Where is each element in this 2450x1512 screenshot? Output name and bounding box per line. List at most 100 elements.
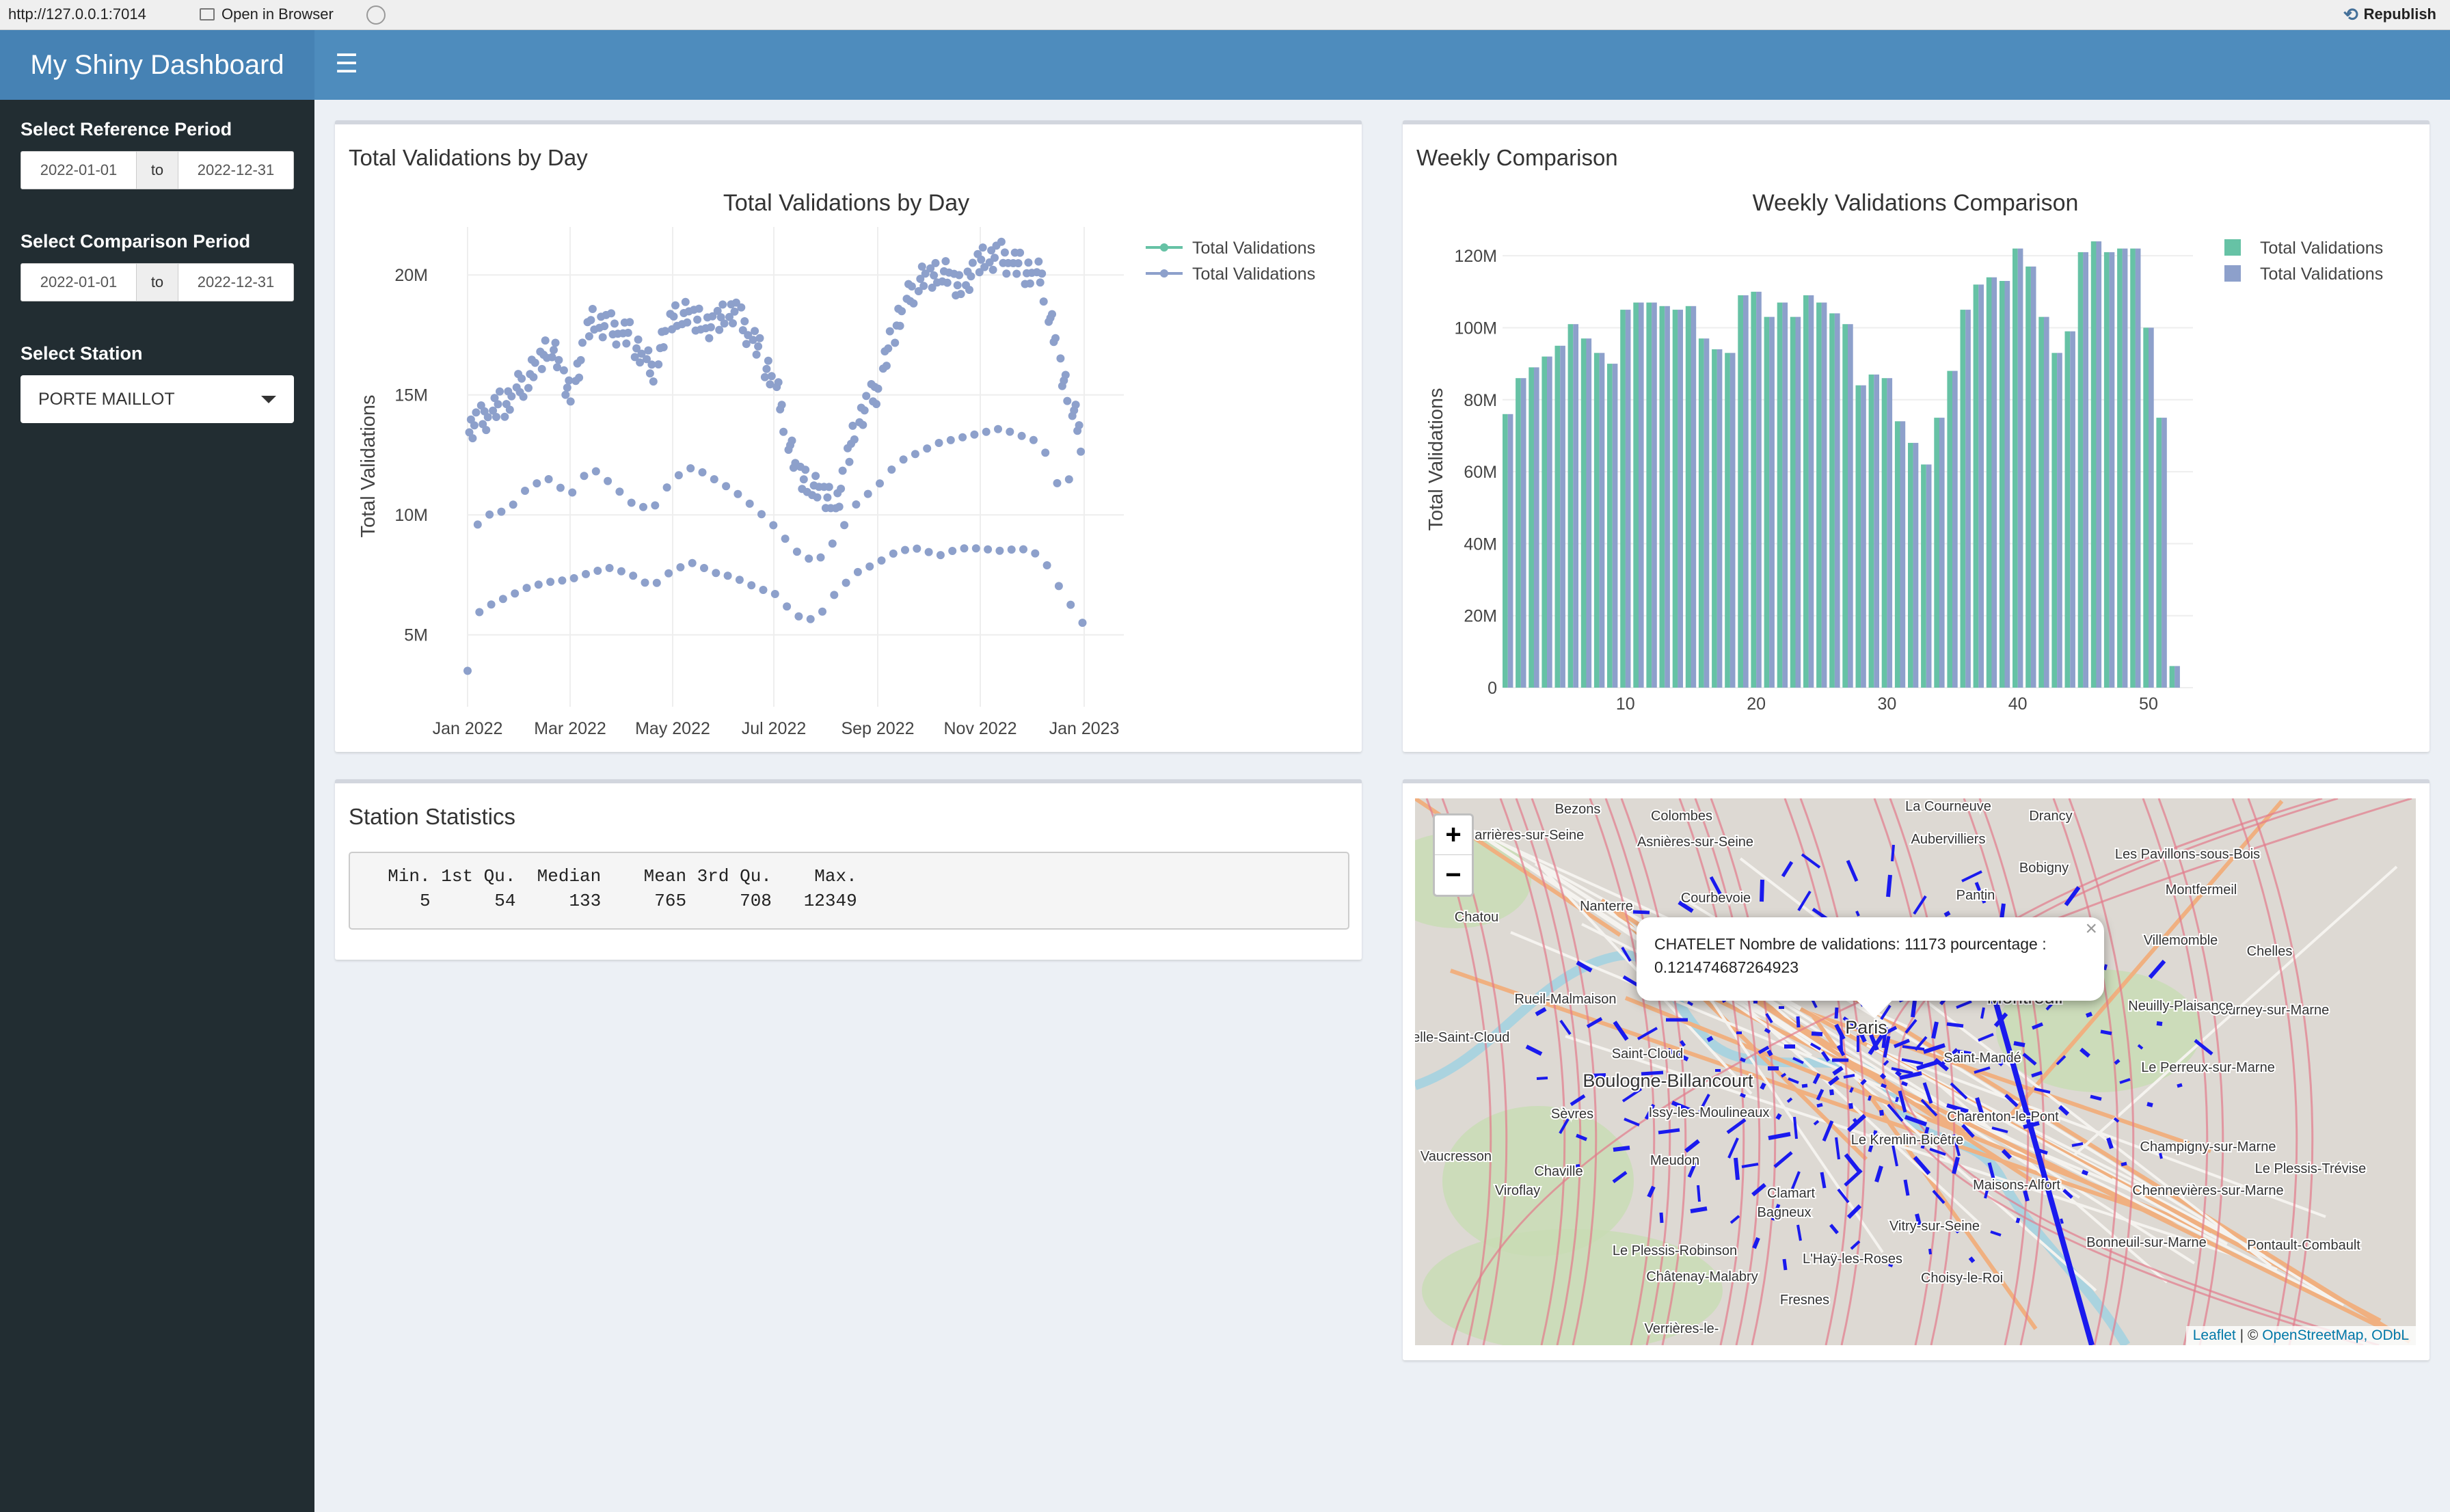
bar-series2 xyxy=(1913,442,1919,688)
y-tick-label: 120M xyxy=(1454,247,1497,266)
map-place-label: Châtenay-Malabry xyxy=(1646,1269,1758,1284)
data-point xyxy=(671,301,679,310)
transit-segment xyxy=(2081,1170,2089,1176)
data-point xyxy=(652,578,661,587)
bar-series1 xyxy=(1816,302,1822,688)
data-point xyxy=(629,571,638,580)
data-point xyxy=(837,485,846,493)
bar-series1 xyxy=(1554,345,1561,688)
data-point xyxy=(700,564,708,572)
data-point xyxy=(1039,297,1048,306)
transit-segment xyxy=(1697,1185,1701,1202)
station-group: Select Station PORTE MAILLOT xyxy=(21,343,294,423)
data-point xyxy=(757,510,766,519)
data-point xyxy=(1014,259,1023,268)
map-place-label: Verrières-le- xyxy=(1645,1321,1719,1336)
map-place-label: Chaville xyxy=(1534,1164,1583,1179)
refresh-icon[interactable] xyxy=(366,5,386,25)
data-point xyxy=(604,476,612,485)
data-point xyxy=(792,548,801,556)
station-select[interactable]: PORTE MAILLOT xyxy=(21,375,294,423)
data-point xyxy=(862,392,871,401)
data-point xyxy=(799,475,808,484)
data-point xyxy=(946,435,955,444)
reference-end-input[interactable]: 2022-12-31 xyxy=(178,152,293,189)
station-select-value: PORTE MAILLOT xyxy=(38,389,175,409)
data-point xyxy=(1002,269,1011,278)
data-point xyxy=(561,390,570,399)
data-point xyxy=(930,271,939,280)
comparison-start-input[interactable]: 2022-01-01 xyxy=(21,264,136,301)
transit-segment xyxy=(1816,1103,1823,1108)
leaflet-link[interactable]: Leaflet xyxy=(2193,1327,2236,1343)
bar-series1 xyxy=(1973,284,1979,688)
open-in-browser-button[interactable]: Open in Browser xyxy=(193,3,340,26)
data-point xyxy=(563,383,571,392)
comparison-period-group: Select Comparison Period 2022-01-01 to 2… xyxy=(21,231,294,301)
data-point xyxy=(683,318,692,327)
data-point xyxy=(759,586,768,594)
bar-series1 xyxy=(1685,306,1691,688)
data-point xyxy=(664,569,673,578)
data-point xyxy=(877,556,886,565)
transit-segment xyxy=(1760,1082,1766,1090)
republish-button[interactable]: ⟲ Republish xyxy=(2343,3,2436,26)
close-icon[interactable]: × xyxy=(2085,917,2097,941)
x-tick-label: 10 xyxy=(1616,694,1635,714)
data-point xyxy=(1016,248,1025,257)
data-point xyxy=(863,489,872,498)
data-point xyxy=(712,569,721,578)
data-point xyxy=(498,595,507,604)
comparison-end-input[interactable]: 2022-12-31 xyxy=(178,264,293,301)
transit-segment xyxy=(1855,910,1860,917)
transit-segment xyxy=(2146,1102,2153,1107)
bar-series2 xyxy=(1520,378,1526,688)
data-point xyxy=(584,332,593,340)
sidebar: Select Reference Period 2022-01-01 to 20… xyxy=(0,100,314,1512)
bar-series1 xyxy=(1894,421,1900,688)
zoom-in-button[interactable]: + xyxy=(1435,815,1472,855)
data-point xyxy=(681,297,690,306)
bar-series2 xyxy=(2096,241,2102,688)
map-tiles[interactable]: Bezons Colombes La Courneuve Drancy Carrière… xyxy=(1415,798,2416,1345)
bar-series2 xyxy=(2043,316,2049,688)
legend-swatch xyxy=(2224,265,2241,282)
data-point xyxy=(639,502,647,511)
map-place-label: Le Kremlin-Bicêtre xyxy=(1851,1133,1964,1148)
map-place-label: Carrières-sur-Seine xyxy=(1465,828,1585,843)
republish-icon: ⟲ xyxy=(2343,3,2358,25)
bar-series2 xyxy=(1900,421,1906,688)
bar-series1 xyxy=(1659,306,1665,688)
data-point xyxy=(828,539,837,548)
bar-series1 xyxy=(1593,353,1600,688)
leaflet-map[interactable]: Bezons Colombes La Courneuve Drancy Carrière… xyxy=(1415,798,2416,1345)
data-point xyxy=(788,436,796,445)
bar-series2 xyxy=(1717,349,1723,688)
transit-segment xyxy=(1849,1087,1854,1093)
data-point xyxy=(676,563,685,571)
daily-chart-box: Total Validations by Day Total Validatio… xyxy=(335,120,1362,752)
data-point xyxy=(965,286,973,294)
bar-series2 xyxy=(1991,277,1997,688)
data-point xyxy=(568,488,577,497)
data-point xyxy=(662,483,671,492)
data-point xyxy=(492,413,500,421)
data-point xyxy=(982,427,991,436)
x-tick-label: Sep 2022 xyxy=(841,719,914,738)
map-place-label: Viroflay xyxy=(1495,1183,1540,1198)
data-point xyxy=(554,355,563,364)
data-point xyxy=(1041,448,1050,457)
reference-daterange: 2022-01-01 to 2022-12-31 xyxy=(21,151,294,189)
data-point xyxy=(733,489,742,498)
hamburger-icon[interactable]: ☰ xyxy=(335,51,358,78)
zoom-out-button[interactable]: − xyxy=(1435,855,1472,895)
data-point xyxy=(917,262,926,271)
data-point xyxy=(794,612,803,621)
data-point xyxy=(913,544,921,553)
osm-link[interactable]: OpenStreetMap, ODbL xyxy=(2262,1327,2409,1343)
data-point xyxy=(723,571,732,580)
data-point xyxy=(909,299,918,308)
comparison-period-label: Select Comparison Period xyxy=(21,231,251,252)
bar-series1 xyxy=(1672,310,1678,688)
reference-start-input[interactable]: 2022-01-01 xyxy=(21,152,136,189)
